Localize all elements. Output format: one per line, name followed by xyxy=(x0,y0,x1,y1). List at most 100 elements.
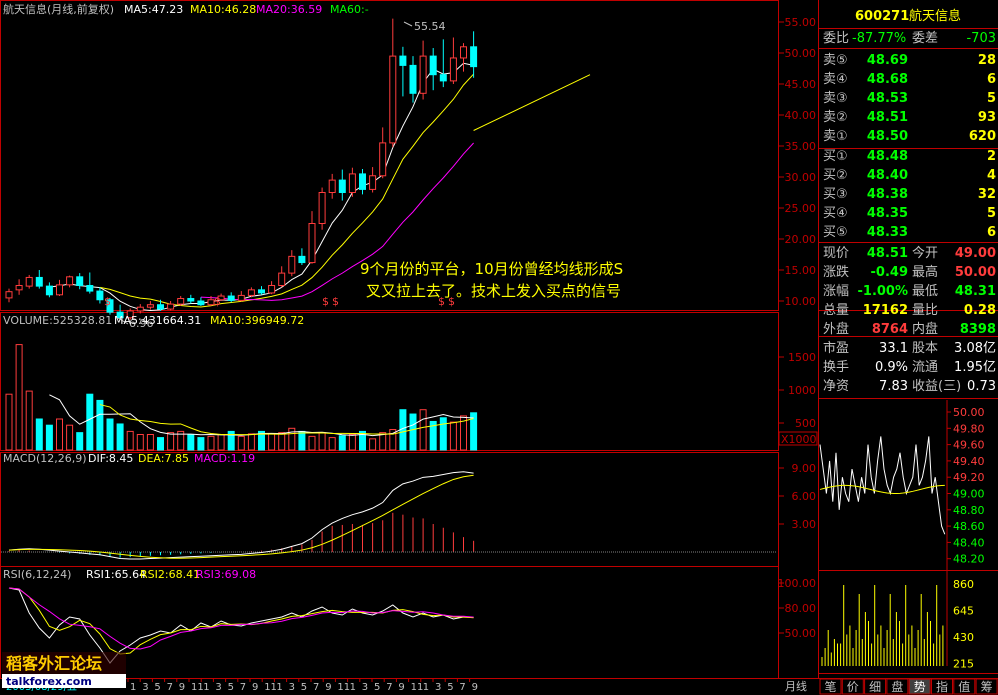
tab-label[interactable]: 筹 xyxy=(981,680,993,694)
tick-label: 30.00 xyxy=(785,171,817,184)
kline-y-axis: 55.00 50.00 45.00 40.00 35.00 30.00 25.00 20.00… xyxy=(778,16,816,308)
candle-body xyxy=(379,142,387,177)
tick-label: 50.00 xyxy=(785,47,817,60)
candle-body xyxy=(399,55,407,66)
tab-label[interactable]: 值 xyxy=(958,679,970,694)
tab-label[interactable]: 笔 xyxy=(824,679,836,694)
candle-body xyxy=(66,276,74,286)
candle-body xyxy=(227,295,235,301)
macd-dea-label: DEA:7.85 xyxy=(138,452,189,465)
tick-label: 80.00 xyxy=(785,602,817,615)
order-label: 卖④ xyxy=(823,72,848,87)
period-button[interactable]: 月线 xyxy=(785,679,807,693)
order-label: 卖① xyxy=(823,129,848,144)
candle-body xyxy=(237,294,245,301)
intraday-tick-label: 49.60 xyxy=(953,439,985,452)
macd-panel[interactable]: MACD(12,26,9) DIF:8.45 DEA:7.85 MACD:1.1… xyxy=(1,452,816,560)
volume-ma5-label: MA5:431664.31 xyxy=(114,314,201,327)
ma20-label: MA20:36.59 xyxy=(256,3,322,16)
month-label: 1 xyxy=(423,682,429,693)
volume-ma10-line xyxy=(99,404,474,436)
volume-bar xyxy=(348,434,356,451)
watermark-url: talkforex.com xyxy=(6,675,92,688)
stat-value: 0.28 xyxy=(964,303,996,318)
intraday-vol-tick-label: 860 xyxy=(953,578,974,591)
volume-bar xyxy=(157,437,164,451)
month-label: 1 xyxy=(130,682,136,693)
tab-label[interactable]: 势 xyxy=(914,680,926,694)
order-label: 卖② xyxy=(823,110,848,125)
rsi-panel[interactable]: RSI(6,12,24) RSI1:65.64 RSI2:68.41 RSI3:… xyxy=(3,568,817,664)
volume-bar xyxy=(328,437,336,451)
tab-label[interactable]: 指 xyxy=(936,679,948,694)
volume-bar xyxy=(369,438,377,451)
fund-value: 0.73 xyxy=(967,379,996,394)
candle-body xyxy=(348,173,356,193)
candle-body xyxy=(318,192,326,224)
candle-body xyxy=(288,255,296,274)
intraday-vol-tick-label: 645 xyxy=(953,605,974,618)
volume-bar xyxy=(419,409,427,451)
stat-value: 8398 xyxy=(960,322,996,337)
weicha-label: 委差 xyxy=(912,31,938,46)
candle-body xyxy=(419,55,427,94)
volume-bar xyxy=(56,418,63,451)
candle-body xyxy=(470,46,478,68)
volume-bar xyxy=(66,424,74,451)
stat-label: 量比 xyxy=(912,303,938,318)
intraday-tick-label: 48.20 xyxy=(953,553,985,566)
signal-mark: $ xyxy=(332,295,339,308)
kline-panel[interactable]: 航天信息(月线,前复权) MA5:47.23 MA10:46.28 MA20:3… xyxy=(3,2,816,330)
intraday-tick-label: 49.00 xyxy=(953,488,985,501)
watermark-logo: 稻客外汇论坛 talkforex.com xyxy=(2,652,126,688)
tab-label[interactable]: 价 xyxy=(847,680,859,694)
tab-label[interactable]: 盘 xyxy=(891,679,903,694)
candle-body xyxy=(409,64,417,94)
stat-value: -1.00% xyxy=(858,284,909,299)
stat-label: 最高 xyxy=(912,264,938,280)
candle-body xyxy=(96,290,104,301)
order-volume: 6 xyxy=(987,72,996,87)
tick-label: 25.00 xyxy=(785,202,817,215)
volume-bar xyxy=(247,433,255,451)
stat-label: 今开 xyxy=(912,245,938,261)
intraday-vol-tick-label: 215 xyxy=(953,658,974,671)
month-label: 3 xyxy=(289,682,295,693)
intraday-tick-label: 48.40 xyxy=(953,536,985,549)
signal-mark: $ xyxy=(214,295,221,308)
month-label: 1 xyxy=(350,682,356,693)
month-label: 9 xyxy=(472,682,478,693)
stock-name: 航天信息 xyxy=(909,8,961,24)
month-label: 9 xyxy=(325,682,331,693)
quote-panel: 600271 航天信息 委比 -87.77% 委差 -703 卖⑤ 48.69 28… xyxy=(819,8,998,695)
stat-label: 涨幅 xyxy=(823,284,849,299)
candle-body xyxy=(15,285,23,291)
month-label: 11 xyxy=(191,682,204,693)
order-label: 买① xyxy=(823,149,848,164)
kline-title: 航天信息(月线,前复权) xyxy=(3,2,114,16)
candle-body xyxy=(45,285,53,296)
stat-value: 48.51 xyxy=(867,246,908,261)
intraday-tick-label: 50.00 xyxy=(953,406,985,419)
weicha-value: -703 xyxy=(966,31,996,46)
volume-bar xyxy=(308,435,316,451)
volume-bar xyxy=(278,432,286,451)
signal-mark: $ xyxy=(322,295,329,308)
order-price: 48.50 xyxy=(867,129,908,144)
order-label: 卖③ xyxy=(823,91,848,106)
tab-label[interactable]: 细 xyxy=(869,680,881,694)
volume-panel[interactable]: VOLUME:525328.81 MA5:431664.31 MA10:3969… xyxy=(3,314,818,451)
volume-bar xyxy=(318,432,326,451)
candle-body xyxy=(429,55,437,76)
order-price: 48.33 xyxy=(867,225,908,240)
macd-lines xyxy=(8,471,474,560)
order-label: 卖⑤ xyxy=(823,53,848,68)
macd-dif-line xyxy=(8,471,474,560)
macd-value-label: MACD:1.19 xyxy=(194,452,255,465)
tick-label: 100.00 xyxy=(778,577,817,590)
stock-code: 600271 xyxy=(855,9,909,24)
month-label: 7 xyxy=(313,682,319,693)
stat-value: 48.31 xyxy=(955,284,996,299)
volume-bar xyxy=(5,393,13,451)
fund-value: 3.08亿 xyxy=(954,341,996,356)
